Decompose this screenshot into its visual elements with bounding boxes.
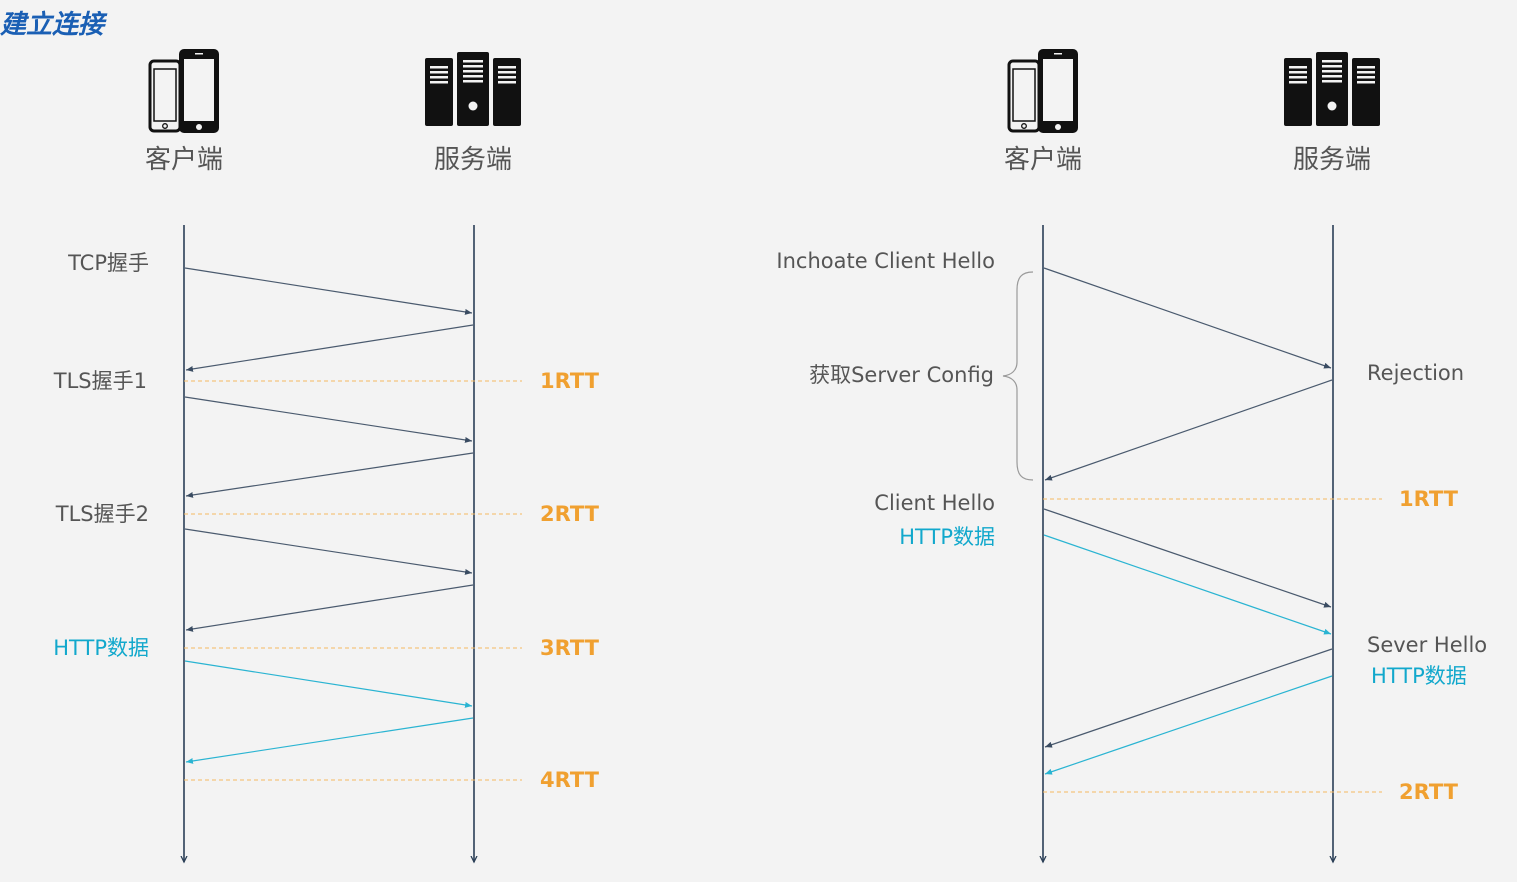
step-label-http: HTTP数据 [53, 636, 149, 660]
arrow-client-http [1043, 534, 1332, 635]
arrow-tcp-syn [184, 267, 473, 315]
client-label: 客户端 [1004, 145, 1082, 175]
arrow-http-req [184, 660, 473, 708]
arrow-tcp-ack [185, 324, 474, 372]
arrow-server-hello [1044, 648, 1333, 748]
server-label: 服务端 [1293, 145, 1371, 175]
arrow-client-hello [1043, 508, 1332, 608]
arrow-tls1-resp [185, 452, 474, 498]
connection-diagram: 建立连接 客户端 服务端 TCP握手 TLS握手1 TLS握手2 HTTP数据 [0, 10, 1487, 882]
rejection-label: Rejection [1367, 361, 1464, 385]
rtt-label-3: 3RTT [540, 636, 600, 660]
server-hello-label: Sever Hello [1367, 633, 1487, 657]
arrow-tls2-req [184, 528, 473, 575]
client-hello-label: Client Hello [874, 491, 995, 515]
get-server-config-label: 获取Server Config [809, 363, 994, 387]
server-rack-icon [425, 52, 521, 126]
page-title: 建立连接 [0, 10, 108, 40]
server-http-label: HTTP数据 [1371, 664, 1467, 688]
step-label-tls1: TLS握手1 [53, 369, 147, 393]
rtt-label-2: 2RTT [540, 502, 600, 526]
phone-icon [148, 49, 219, 133]
rtt-label-4: 4RTT [540, 768, 600, 792]
step-label-tcp: TCP握手 [67, 251, 149, 275]
arrow-tls1-req [184, 396, 473, 443]
slide: 建立连接 客户端 服务端 TCP握手 TLS握手1 TLS握手2 HTTP数据 [0, 0, 1517, 882]
client-label: 客户端 [145, 145, 223, 175]
server-rack-icon [1284, 52, 1380, 126]
phone-icon [1007, 49, 1078, 133]
rtt-label-1: 1RTT [540, 369, 600, 393]
server-label: 服务端 [434, 145, 512, 175]
arrow-inchoate-hello [1043, 267, 1332, 369]
arrow-tls2-resp [185, 584, 474, 632]
arrow-rejection [1044, 379, 1333, 481]
client-http-label: HTTP数据 [899, 525, 995, 549]
rtt-label-1: 1RTT [1399, 487, 1459, 511]
arrow-http-resp [185, 717, 474, 764]
step-label-tls2: TLS握手2 [55, 502, 149, 526]
brace-bracket [1002, 271, 1034, 481]
inchoate-client-hello-label: Inchoate Client Hello [776, 249, 995, 273]
arrow-server-http [1044, 675, 1333, 775]
rtt-label-2: 2RTT [1399, 780, 1459, 804]
